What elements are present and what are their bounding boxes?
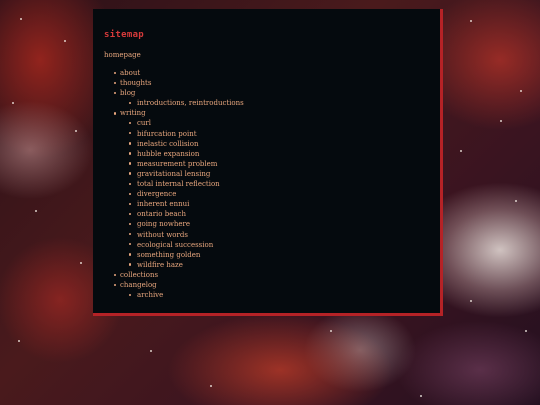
page-title: sitemap bbox=[104, 30, 145, 40]
list-item: total internal reflection bbox=[120, 179, 428, 189]
writing-link[interactable]: hubble expansion bbox=[137, 150, 199, 158]
blog-post-link[interactable]: introductions, reintroductions bbox=[137, 99, 244, 107]
writing-sublist: curl bifurcation point inelastic collisi… bbox=[120, 118, 428, 269]
nav-link-thoughts[interactable]: thoughts bbox=[120, 79, 151, 87]
writing-link[interactable]: ontario beach bbox=[137, 210, 186, 218]
writing-link[interactable]: total internal reflection bbox=[137, 180, 220, 188]
list-item: blog introductions, reintroductions bbox=[104, 88, 428, 108]
nav-link-blog[interactable]: blog bbox=[120, 89, 135, 97]
writing-link[interactable]: going nowhere bbox=[137, 220, 190, 228]
list-item: bifurcation point bbox=[120, 129, 428, 139]
archive-link[interactable]: archive bbox=[137, 291, 163, 299]
list-item: inherent ennui bbox=[120, 199, 428, 209]
list-item: thoughts bbox=[104, 78, 428, 88]
list-item: writing curl bifurcation point inelastic… bbox=[104, 108, 428, 270]
writing-link[interactable]: curl bbox=[137, 119, 151, 127]
nav-link-writing[interactable]: writing bbox=[120, 109, 146, 117]
writing-link[interactable]: divergence bbox=[137, 190, 176, 198]
nav-link-about[interactable]: about bbox=[120, 69, 140, 77]
writing-link[interactable]: measurement problem bbox=[137, 160, 217, 168]
list-item: something golden bbox=[120, 250, 428, 260]
list-item: changelog archive bbox=[104, 280, 428, 300]
homepage-link[interactable]: homepage bbox=[104, 50, 428, 60]
nav-link-collections[interactable]: collections bbox=[120, 271, 158, 279]
list-item: gravitational lensing bbox=[120, 169, 428, 179]
nav-link-changelog[interactable]: changelog bbox=[120, 281, 157, 289]
list-item: going nowhere bbox=[120, 219, 428, 229]
list-item: inelastic collision bbox=[120, 139, 428, 149]
writing-link[interactable]: without words bbox=[137, 231, 188, 239]
writing-link[interactable]: inelastic collision bbox=[137, 140, 199, 148]
writing-link[interactable]: bifurcation point bbox=[137, 130, 197, 138]
writing-link[interactable]: something golden bbox=[137, 251, 200, 259]
changelog-sublist: archive bbox=[120, 290, 428, 300]
list-item: hubble expansion bbox=[120, 149, 428, 159]
writing-link[interactable]: inherent ennui bbox=[137, 200, 189, 208]
list-item: collections bbox=[104, 270, 428, 280]
writing-link[interactable]: ecological succession bbox=[137, 241, 213, 249]
list-item: measurement problem bbox=[120, 159, 428, 169]
list-item: ecological succession bbox=[120, 240, 428, 250]
writing-link[interactable]: wildfire haze bbox=[137, 261, 183, 269]
list-item: wildfire haze bbox=[120, 260, 428, 270]
list-item: archive bbox=[120, 290, 428, 300]
list-item: introductions, reintroductions bbox=[120, 98, 428, 108]
list-item: ontario beach bbox=[120, 209, 428, 219]
writing-link[interactable]: gravitational lensing bbox=[137, 170, 210, 178]
list-item: without words bbox=[120, 230, 428, 240]
list-item: divergence bbox=[120, 189, 428, 199]
sitemap-list: about thoughts blog introductions, reint… bbox=[104, 68, 428, 300]
list-item: about bbox=[104, 68, 428, 78]
blog-sublist: introductions, reintroductions bbox=[120, 98, 428, 108]
list-item: curl bbox=[120, 118, 428, 128]
sitemap-panel: sitemap homepage about thoughts blog int… bbox=[93, 9, 443, 316]
